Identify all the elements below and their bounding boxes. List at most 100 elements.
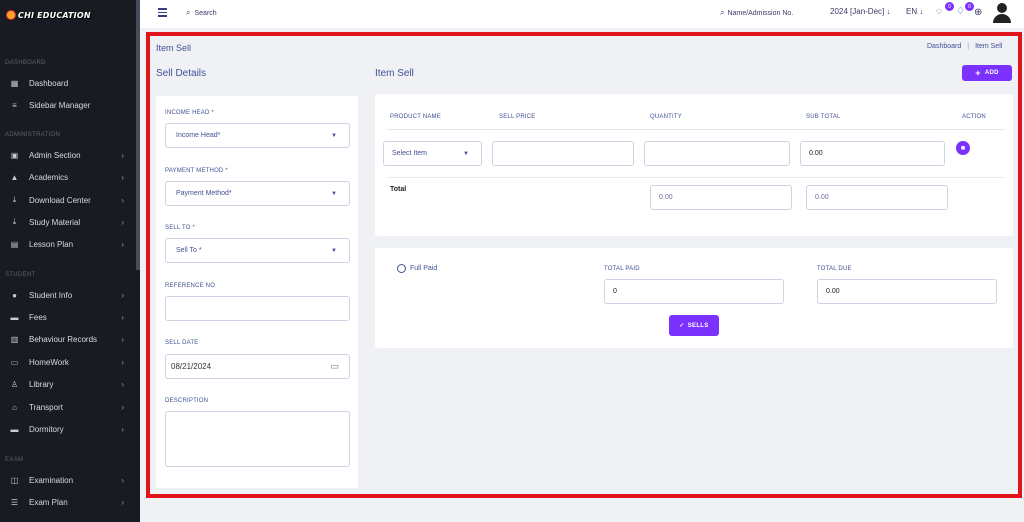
sub-total-value: 0.00 — [809, 150, 823, 157]
total-paid-input[interactable]: 0 — [604, 279, 784, 304]
notifications-button[interactable]: ♢ 0 — [956, 2, 974, 20]
avatar[interactable] — [992, 3, 1012, 23]
arrow-down-icon: ↓ — [919, 7, 924, 16]
chevron-right-icon: › — [121, 357, 124, 367]
sidebar-item-label: Lesson Plan — [29, 239, 74, 249]
sidebar-scrollbar[interactable] — [136, 0, 140, 270]
chevron-right-icon: › — [121, 217, 124, 227]
sidebar-item-admin-section[interactable]: ▣ Admin Section › — [10, 148, 130, 162]
sidebar-item-label: Fees — [29, 312, 47, 322]
search-button[interactable]: ⌕ Search — [186, 8, 217, 18]
sell-price-input[interactable] — [492, 141, 634, 166]
caret-down-icon: ▼ — [331, 132, 337, 139]
sidebar-item-homework[interactable]: ▭ HomeWork › — [10, 355, 130, 369]
library-icon: ♙ — [10, 379, 19, 389]
hamburger-menu-icon[interactable] — [158, 8, 167, 17]
full-paid-radio[interactable]: Full Paid — [397, 264, 437, 273]
sidebar-item-label: Exam Plan — [29, 497, 68, 507]
total-paid-value: 0 — [613, 288, 617, 295]
map-icon: ◫ — [10, 475, 19, 485]
column-header-product-name: PRODUCT NAME — [390, 114, 441, 120]
add-button-label: ADD — [984, 70, 999, 76]
sidebar-item-student-info[interactable]: ● Student Info › — [10, 288, 130, 302]
sell-date-input[interactable]: 08/21/2024 ▭ — [165, 354, 350, 379]
sidebar-item-lesson-plan[interactable]: ▤ Lesson Plan › — [10, 237, 130, 251]
sidebar-item-dashboard[interactable]: ▦ Dashboard — [10, 76, 130, 90]
sidebar-item-fees[interactable]: ▬ Fees › — [10, 310, 130, 324]
total-quantity-field: 0.00 — [650, 185, 792, 210]
income-head-value: Income Head* — [176, 132, 221, 139]
search-label: Search — [194, 9, 217, 17]
payment-method-value: Payment Method* — [176, 190, 232, 197]
chevron-right-icon: › — [121, 312, 124, 322]
sell-to-label: SELL TO * — [165, 225, 196, 231]
sidebar-item-label: Academics — [29, 172, 69, 182]
reference-no-label: REFERENCE NO — [165, 283, 216, 289]
income-head-select[interactable]: Income Head* ▼ — [165, 123, 350, 148]
sub-total-input[interactable]: 0.00 — [800, 141, 945, 166]
sidebar-item-label: Behaviour Records — [29, 334, 98, 344]
sell-to-select[interactable]: Sell To * ▼ — [165, 238, 350, 263]
records-icon: ▥ — [10, 334, 19, 344]
sidebar-item-examination[interactable]: ◫ Examination › — [10, 473, 130, 487]
plus-icon: + — [975, 68, 981, 78]
total-paid-label: TOTAL PAID — [604, 266, 640, 272]
calendar-icon[interactable]: ▭ — [330, 361, 339, 372]
app-logo[interactable]: CHI EDUCATION — [6, 10, 91, 20]
row-divider — [387, 177, 1005, 178]
sidebar-item-study-material[interactable]: ⤓ Study Material › — [10, 215, 130, 229]
chevron-right-icon: › — [121, 172, 124, 182]
sidebar-item-library[interactable]: ♙ Library › — [10, 377, 130, 391]
session-selector[interactable]: 2024 [Jan-Dec] ↓ — [830, 7, 891, 16]
payment-card: Full Paid TOTAL PAID TOTAL DUE 0 0.00 ✓ … — [375, 248, 1013, 348]
download-icon: ⤓ — [12, 195, 17, 204]
column-header-sell-price: SELL PRICE — [499, 114, 536, 120]
description-textarea[interactable] — [165, 411, 350, 467]
item-sell-title: Item Sell — [375, 68, 414, 79]
sidebar-item-transport[interactable]: ⌂ Transport › — [10, 400, 130, 414]
delete-row-button[interactable]: ■ — [956, 141, 970, 155]
income-head-label: INCOME HEAD * — [165, 110, 214, 116]
sidebar-item-behaviour-records[interactable]: ▥ Behaviour Records › — [10, 332, 130, 346]
sidebar-item-download-center[interactable]: ⤓ Download Center › — [10, 193, 130, 207]
name-admission-search[interactable]: ⌕ Name/Admission No. — [720, 8, 793, 18]
quantity-input[interactable] — [644, 141, 790, 166]
breadcrumb-separator: | — [967, 43, 970, 50]
graduation-cap-icon: ▲ — [10, 172, 19, 182]
user-icon: ● — [12, 290, 17, 300]
sidebar-item-label: Study Material — [29, 217, 81, 227]
payment-method-label: PAYMENT METHOD * — [165, 168, 228, 174]
sells-button-label: SELLS — [687, 322, 709, 329]
chat-icon: ◌ — [936, 6, 942, 17]
messages-button[interactable]: ◌ 0 — [936, 2, 954, 20]
payment-method-select[interactable]: Payment Method* ▼ — [165, 181, 350, 206]
sidebar-section-dashboard: DASHBOARD — [5, 60, 46, 66]
reference-no-input[interactable] — [165, 296, 350, 321]
chevron-right-icon: › — [121, 290, 124, 300]
sidebar: CHI EDUCATION DASHBOARD ▦ Dashboard ≡ Si… — [0, 0, 140, 522]
total-label: Total — [390, 186, 407, 193]
notification-count-badge: 0 — [965, 2, 974, 11]
chevron-right-icon: › — [121, 334, 124, 344]
session-label: 2024 [Jan-Dec] — [830, 7, 885, 16]
sidebar-item-exam-plan[interactable]: ☰ Exam Plan › — [10, 495, 130, 509]
sidebar-item-label: Dashboard — [29, 78, 69, 88]
download-icon: ⤓ — [12, 217, 17, 226]
caret-down-icon: ▼ — [331, 190, 337, 197]
sell-details-title: Sell Details — [156, 68, 207, 79]
sidebar-item-academics[interactable]: ▲ Academics › — [10, 170, 130, 184]
logo-text: CHI EDUCATION — [18, 10, 91, 20]
globe-icon[interactable]: ⊕ — [974, 7, 982, 18]
chevron-right-icon: › — [121, 150, 124, 160]
total-due-input[interactable]: 0.00 — [817, 279, 997, 304]
breadcrumb-dashboard[interactable]: Dashboard — [927, 43, 961, 50]
add-button[interactable]: + ADD — [962, 65, 1012, 81]
column-header-sub-total: SUB TOTAL — [806, 114, 841, 120]
sidebar-item-dormitory[interactable]: ▬ Dormitory › — [10, 422, 130, 436]
product-select[interactable]: Select Item ▼ — [383, 141, 482, 166]
sells-button[interactable]: ✓ SELLS — [669, 315, 719, 336]
language-selector[interactable]: EN ↓ — [906, 7, 923, 16]
sidebar-item-sidebar-manager[interactable]: ≡ Sidebar Manager — [10, 98, 130, 112]
arrow-down-icon: ↓ — [886, 7, 891, 16]
chevron-right-icon: › — [121, 402, 124, 412]
